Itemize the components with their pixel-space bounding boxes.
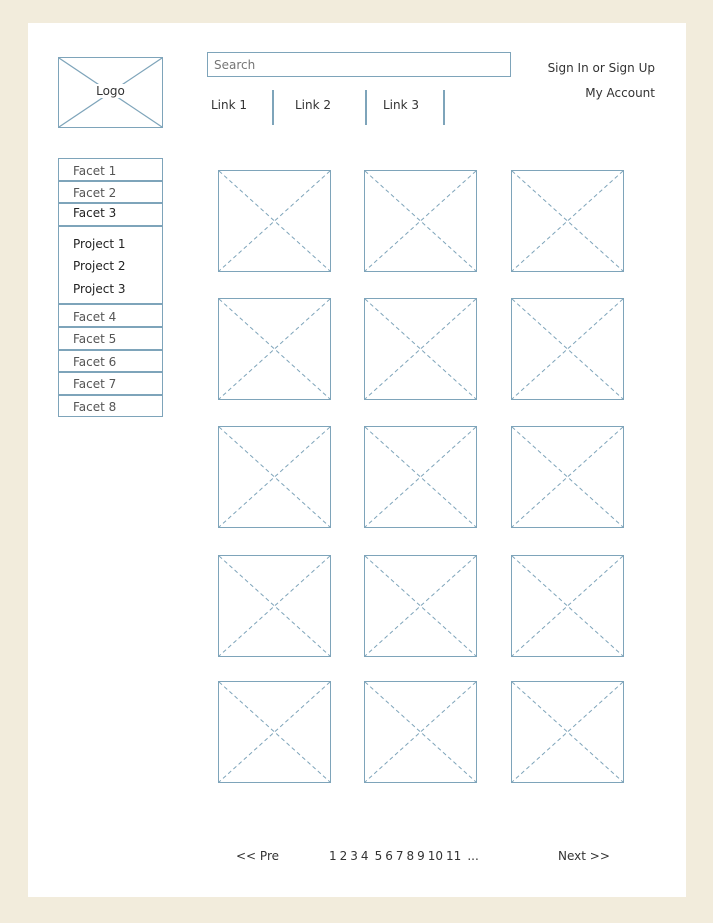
image-placeholder-icon [365,171,476,271]
grid-item[interactable] [511,681,624,783]
facet-item-selected[interactable]: Facet 3 [59,206,162,220]
page-number-link[interactable]: 10 [428,849,443,863]
page-number-link[interactable]: 7 [396,849,404,863]
page-ellipsis: ... [467,849,479,863]
grid-item[interactable] [511,170,624,272]
page-number-link[interactable]: 1 [329,849,337,863]
facet-item[interactable]: Facet 6 [59,355,162,369]
page-number-link[interactable]: 2 [340,849,348,863]
nav-divider [365,90,367,125]
page-number-link[interactable]: 6 [385,849,393,863]
page-number-link[interactable]: 8 [406,849,414,863]
nav-link-1[interactable]: Link 1 [211,98,247,112]
facet-item[interactable]: Facet 1 [59,164,162,178]
grid-item[interactable] [218,555,331,657]
prev-page-link[interactable]: << Pre [236,849,279,863]
page-numbers: 1 2 3 4 5 6 7 8 9 10 11... [329,849,479,863]
divider [59,394,162,396]
project-item[interactable]: Project 3 [59,282,162,296]
grid-item[interactable] [218,170,331,272]
facet-item[interactable]: Facet 5 [59,332,162,346]
page-number-link[interactable]: 5 [375,849,383,863]
divider [59,371,162,373]
sign-in-link[interactable]: Sign In or Sign Up [548,61,655,75]
grid-item[interactable] [364,681,477,783]
image-placeholder-icon [512,427,623,527]
project-item[interactable]: Project 1 [59,237,162,251]
image-placeholder-icon [365,427,476,527]
next-page-link[interactable]: Next >> [558,849,610,863]
image-placeholder-icon [365,299,476,399]
image-placeholder-icon [512,682,623,782]
facet-item[interactable]: Facet 7 [59,377,162,391]
facet-sidebar: Facet 1 Facet 2 Facet 3 Project 1 Projec… [58,158,163,417]
image-placeholder-icon [219,171,330,271]
image-placeholder-icon [219,682,330,782]
grid-item[interactable] [511,426,624,528]
search-input[interactable] [207,52,511,77]
page-number-link[interactable]: 11 [446,849,461,863]
image-placeholder-icon [219,427,330,527]
grid-item[interactable] [364,555,477,657]
facet-item[interactable]: Facet 4 [59,310,162,324]
facet-item[interactable]: Facet 8 [59,400,162,414]
nav-link-2[interactable]: Link 2 [295,98,331,112]
divider [59,225,162,227]
image-placeholder-icon [365,682,476,782]
my-account-link[interactable]: My Account [585,86,655,100]
grid-item[interactable] [511,298,624,400]
grid-item[interactable] [511,555,624,657]
grid-item[interactable] [364,298,477,400]
logo-label: Logo [94,84,127,98]
logo[interactable]: Logo [58,57,163,128]
nav-divider [443,90,445,125]
grid-item[interactable] [218,298,331,400]
grid-item[interactable] [364,170,477,272]
project-item[interactable]: Project 2 [59,259,162,273]
divider [59,326,162,328]
image-placeholder-icon [219,556,330,656]
image-placeholder-icon [365,556,476,656]
nav-divider [272,90,274,125]
page-number-link[interactable]: 3 [350,849,358,863]
image-placeholder-icon [219,299,330,399]
image-placeholder-icon [512,171,623,271]
page-number-link[interactable]: 9 [417,849,425,863]
divider [59,180,162,182]
divider [59,303,162,305]
nav-link-3[interactable]: Link 3 [383,98,419,112]
grid-item[interactable] [218,681,331,783]
image-placeholder-icon [512,556,623,656]
grid-item[interactable] [364,426,477,528]
divider [59,349,162,351]
divider [59,202,162,204]
grid-item[interactable] [218,426,331,528]
image-placeholder-icon [512,299,623,399]
page-number-link[interactable]: 4 [361,849,369,863]
facet-item[interactable]: Facet 2 [59,186,162,200]
